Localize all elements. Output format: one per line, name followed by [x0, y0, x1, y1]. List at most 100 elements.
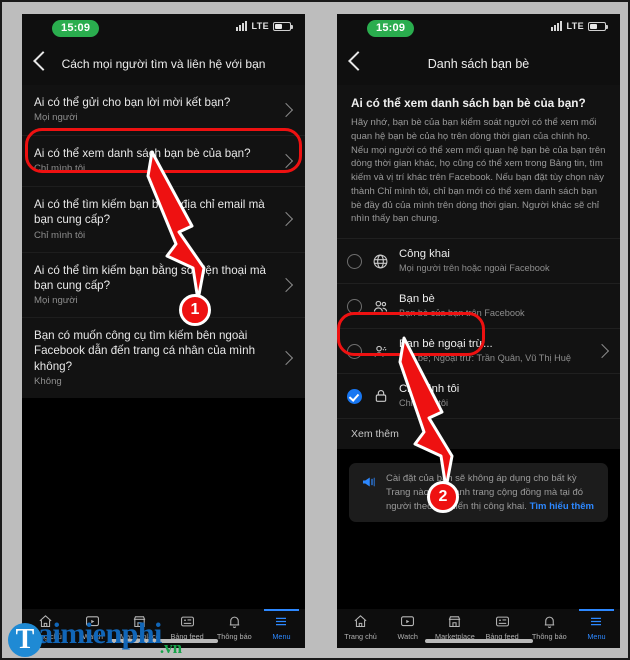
home-icon [337, 613, 384, 630]
tab-label: Thông báo [216, 632, 252, 641]
nav-bar-right: Danh sách bạn bè [337, 44, 620, 85]
tab-label: Thông báo [531, 632, 567, 641]
settings-row-title: Ai có thể tìm kiếm bạn bằng địa chỉ emai… [34, 198, 265, 227]
status-clock: 15:09 [367, 20, 415, 37]
left-phone-panel: 15:09 LTE Cách mọi người tìm và liên hệ … [22, 14, 305, 648]
settings-row-value: Chỉ mình tôi [34, 163, 86, 175]
status-indicators: LTE [551, 21, 608, 31]
settings-list: Ai có thể gửi cho bạn lời mời kết bạn? M… [22, 85, 305, 399]
globe-icon [371, 252, 390, 271]
chevron-right-icon [594, 344, 610, 359]
tab-notifications[interactable]: Thông báo [211, 613, 258, 641]
status-bar-left: 15:09 LTE [22, 14, 305, 44]
option-sub: Chỉ mình tôi [399, 397, 449, 408]
tab-label: Trang chủ [29, 632, 62, 641]
tab-home[interactable]: Trang chủ [337, 613, 384, 641]
tab-label: Menu [272, 632, 291, 641]
bottom-tabbar-left: Trang chủ Watch Marketplace Bảng feed Th… [22, 609, 305, 648]
lock-icon [371, 387, 390, 406]
tab-menu[interactable]: Menu [258, 609, 305, 641]
battery-icon [588, 21, 608, 31]
option-label: Bạn bè ngoại trừ... [399, 338, 493, 351]
nav-bar-left: Cách mọi người tìm và liên hệ với bạn [22, 44, 305, 85]
radio-button[interactable] [347, 343, 362, 359]
settings-row[interactable]: Ai có thể tìm kiếm bạn bằng địa chỉ emai… [22, 186, 305, 252]
watch-icon [384, 613, 431, 630]
network-label: LTE [566, 21, 584, 31]
see-more-button[interactable]: Xem thêm [337, 418, 620, 450]
learn-more-link[interactable]: Tìm hiểu thêm [530, 501, 594, 512]
settings-row-friends-list[interactable]: Ai có thể xem danh sách bạn bè của bạn? … [22, 135, 305, 186]
notice-banner: Cài đặt của bạn sẽ không áp dụng cho bất… [349, 463, 608, 523]
option-label: Công khai [399, 248, 450, 261]
option-friends-except[interactable]: Bạn bè ngoại trừ... Bạn bè; Ngoại trừ: T… [337, 328, 620, 373]
chevron-right-icon [278, 153, 294, 169]
menu-icon [573, 613, 620, 630]
left-content: Ai có thể gửi cho bạn lời mời kết bạn? M… [22, 85, 305, 609]
page-title: Cách mọi người tìm và liên hệ với bạn [61, 56, 266, 71]
description-body: Hãy nhớ, bạn bè của bạn kiểm soát người … [351, 117, 606, 225]
tab-watch[interactable]: Watch [69, 613, 116, 641]
description-block: Ai có thể xem danh sách bạn bè của bạn? … [337, 85, 620, 239]
feed-icon [164, 613, 211, 630]
tab-marketplace[interactable]: Marketplace [431, 613, 478, 641]
settings-row-value: Không [34, 376, 62, 388]
bell-icon [211, 613, 258, 630]
signal-icon [551, 21, 563, 31]
tab-notifications[interactable]: Thông báo [526, 613, 573, 641]
right-phone-panel: 15:09 LTE Danh sách bạn bè Ai có thể xem… [337, 14, 620, 648]
option-sub: Bạn bè; Ngoại trừ: Trần Quân, Vũ Thị Huệ [399, 352, 571, 363]
settings-row[interactable]: Bạn có muốn công cụ tìm kiếm bên ngoài F… [22, 317, 305, 399]
chevron-right-icon [278, 351, 294, 366]
marketplace-icon [431, 613, 478, 630]
step-badge-1: 1 [179, 294, 211, 326]
status-clock: 15:09 [52, 20, 100, 37]
settings-row-value: Mọi người [34, 112, 78, 124]
watch-icon [69, 613, 116, 630]
step-badge-2: 2 [427, 481, 459, 513]
tab-marketplace[interactable]: Marketplace [116, 613, 163, 641]
page-title: Danh sách bạn bè [427, 56, 530, 71]
option-friends[interactable]: Bạn bè Bạn bè của bạn trên Facebook [337, 283, 620, 328]
status-indicators: LTE [236, 21, 293, 31]
signal-icon [236, 21, 248, 31]
friends-except-icon [371, 342, 390, 361]
option-sub: Bạn bè của bạn trên Facebook [399, 307, 525, 318]
option-only-me[interactable]: Chỉ mình tôi Chỉ mình tôi [337, 373, 620, 418]
network-label: LTE [251, 21, 269, 31]
settings-row-title: Ai có thể tìm kiếm bạn bằng số điện thoạ… [34, 263, 267, 292]
menu-icon [258, 613, 305, 630]
tab-feed[interactable]: Bảng feed [164, 613, 211, 641]
friends-icon [371, 297, 390, 316]
notice-text-wrap: Cài đặt của bạn sẽ không áp dụng cho bất… [386, 472, 597, 513]
settings-row-title: Ai có thể xem danh sách bạn bè của bạn? [34, 147, 251, 160]
settings-row-value: Mọi người [34, 295, 78, 307]
settings-row[interactable]: Ai có thể gửi cho bạn lời mời kết bạn? M… [22, 85, 305, 135]
tab-home[interactable]: Trang chủ [22, 613, 69, 641]
radio-button[interactable] [347, 253, 362, 269]
chevron-right-icon [278, 212, 294, 227]
option-public[interactable]: Công khai Mọi người trên hoặc ngoài Face… [337, 238, 620, 283]
home-indicator [424, 639, 533, 643]
right-content: Ai có thể xem danh sách bạn bè của bạn? … [337, 85, 620, 609]
chevron-right-icon [278, 277, 294, 292]
home-icon [22, 613, 69, 630]
battery-icon [273, 21, 293, 31]
description-title: Ai có thể xem danh sách bạn bè của bạn? [351, 96, 586, 110]
radio-button-selected[interactable] [347, 388, 362, 404]
settings-row[interactable]: Ai có thể tìm kiếm bạn bằng số điện thoạ… [22, 251, 305, 318]
option-label: Bạn bè [399, 293, 435, 306]
tab-feed[interactable]: Bảng feed [479, 613, 526, 641]
bottom-tabbar-right: Trang chủ Watch Marketplace Bảng feed Th… [337, 609, 620, 648]
radio-button[interactable] [347, 298, 362, 314]
option-sub: Mọi người trên hoặc ngoài Facebook [399, 262, 550, 273]
settings-row-title: Bạn có muốn công cụ tìm kiếm bên ngoài F… [34, 329, 256, 373]
megaphone-icon [360, 473, 378, 491]
option-label: Chỉ mình tôi [399, 383, 460, 396]
tab-menu[interactable]: Menu [573, 609, 620, 641]
tab-label: Trang chủ [344, 632, 377, 641]
tab-watch[interactable]: Watch [384, 613, 431, 641]
marketplace-icon [116, 613, 163, 630]
tab-label: Menu [587, 632, 606, 641]
status-bar-right: 15:09 LTE [337, 14, 620, 44]
